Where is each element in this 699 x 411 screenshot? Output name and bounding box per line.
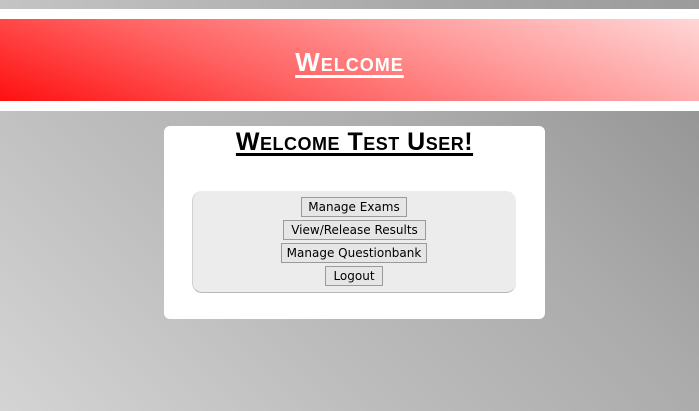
banner-title: Welcome (295, 46, 404, 77)
top-strip (0, 0, 699, 9)
banner-divider (0, 101, 699, 111)
menu-panel: Manage Exams View/Release Results Manage… (192, 191, 516, 293)
view-release-results-button[interactable]: View/Release Results (283, 220, 426, 240)
welcome-heading: Welcome Test User! (235, 128, 474, 156)
top-divider (0, 9, 699, 19)
manage-exams-button[interactable]: Manage Exams (301, 197, 407, 217)
logout-button[interactable]: Logout (325, 266, 383, 286)
header-banner: Welcome (0, 19, 699, 101)
welcome-card: Welcome Test User! Manage Exams View/Rel… (164, 126, 545, 319)
manage-questionbank-button[interactable]: Manage Questionbank (281, 243, 427, 263)
